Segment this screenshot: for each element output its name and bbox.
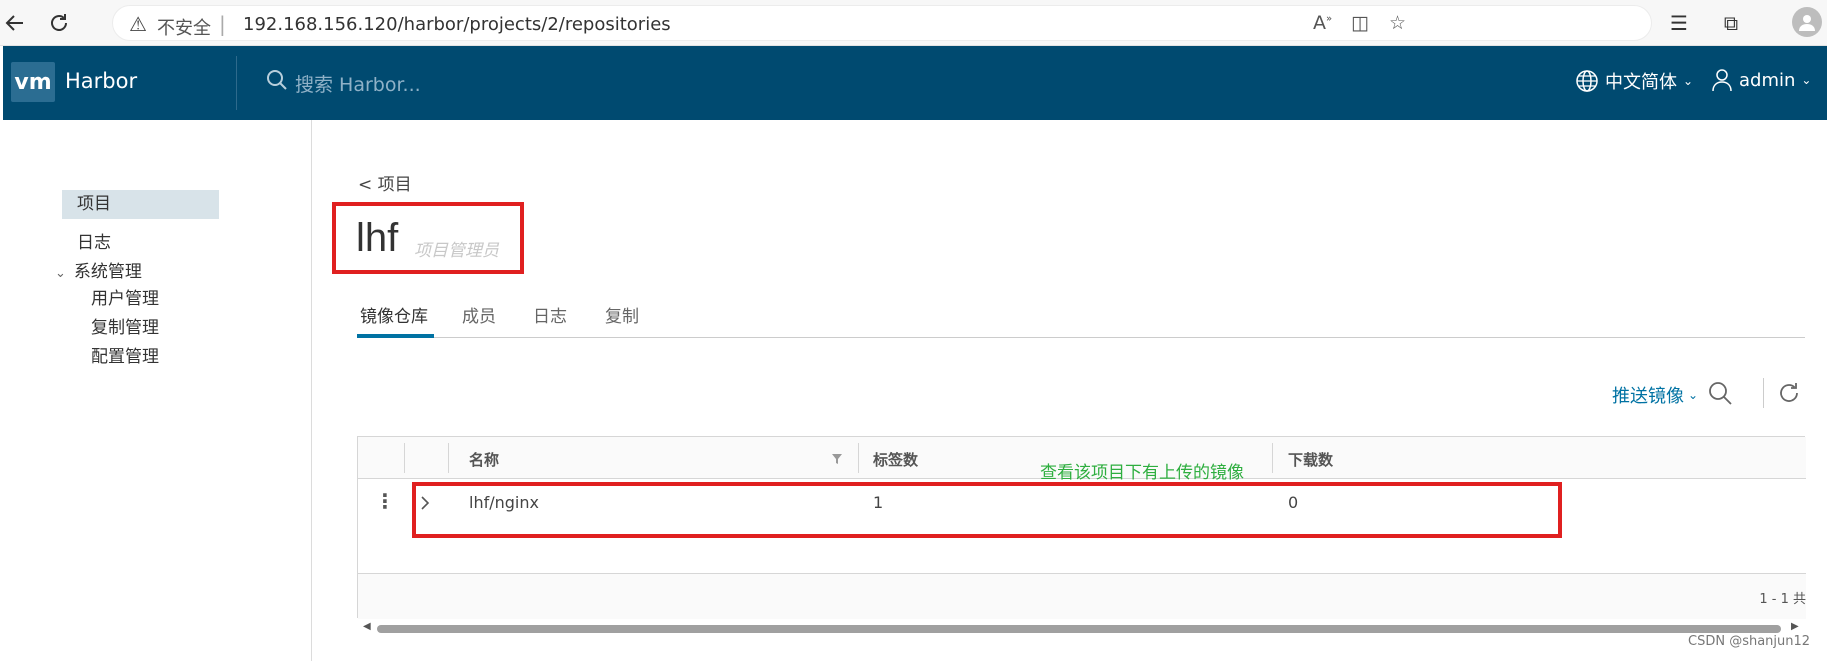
chevron-down-icon: ⌄	[1683, 74, 1694, 88]
project-tabs: 镜像仓库 成员 日志 复制	[357, 298, 1805, 338]
push-image-button[interactable]: 推送镜像 ⌄	[1612, 382, 1698, 408]
column-divider	[858, 443, 859, 473]
column-divider	[404, 443, 405, 473]
pagination-summary: 1 - 1 共	[1759, 592, 1806, 607]
insecure-label: 不安全	[157, 18, 211, 39]
sidebar-item-administration[interactable]: ⌄ 系统管理	[55, 257, 142, 282]
refresh-icon[interactable]	[44, 8, 74, 38]
brand-name[interactable]: Harbor	[65, 69, 137, 93]
collections-icon[interactable]: ⧉	[1716, 8, 1746, 38]
address-bar[interactable]: ⚠ 不安全 | 192.168.156.120/harbor/projects/…	[112, 5, 1652, 41]
annotation-text: 查看该项目下有上传的镜像	[1040, 463, 1244, 483]
user-dropdown[interactable]: admin ⌄	[1711, 68, 1811, 92]
warning-icon: ⚠	[129, 12, 147, 36]
header-divider	[236, 56, 237, 110]
sidebar-item-configuration[interactable]: 配置管理	[91, 342, 159, 367]
push-image-label: 推送镜像	[1612, 386, 1684, 407]
watermark: CSDN @shanjun12	[1688, 634, 1811, 649]
scroll-left-icon[interactable]: ◀	[363, 621, 371, 632]
column-header-tags[interactable]: 标签数	[873, 449, 918, 470]
sidebar: 项目 日志 ⌄ 系统管理 用户管理 复制管理 配置管理	[3, 120, 312, 661]
sidebar-item-projects[interactable]: 项目	[62, 190, 219, 219]
language-dropdown[interactable]: 中文简体 ⌄	[1575, 68, 1693, 94]
favorite-add-icon[interactable]: ☆	[1389, 12, 1406, 34]
tab-repositories[interactable]: 镜像仓库	[360, 302, 428, 327]
sidebar-item-label: 系统管理	[73, 262, 142, 282]
read-aloud-icon[interactable]: A»	[1313, 12, 1332, 34]
chevron-down-icon: ⌄	[1688, 388, 1699, 402]
search-icon[interactable]	[265, 68, 289, 92]
highlight-box-title	[332, 202, 524, 274]
tab-logs[interactable]: 日志	[533, 302, 567, 327]
datagrid-footer: 1 - 1 共	[358, 573, 1806, 619]
sidebar-item-users[interactable]: 用户管理	[91, 284, 159, 309]
sidebar-item-replications[interactable]: 复制管理	[91, 313, 159, 338]
tab-replication[interactable]: 复制	[605, 302, 639, 327]
scroll-thumb[interactable]	[377, 625, 1781, 633]
profile-avatar[interactable]	[1792, 7, 1822, 37]
chevron-down-icon: ⌄	[55, 266, 66, 281]
favorites-icon[interactable]: ☰	[1664, 8, 1694, 38]
address-separator: |	[219, 12, 226, 36]
search-icon[interactable]	[1707, 380, 1733, 406]
column-header-pulls[interactable]: 下载数	[1288, 449, 1333, 470]
language-label: 中文简体	[1605, 72, 1677, 93]
highlight-box-row	[412, 482, 1562, 538]
back-to-projects-link[interactable]: < 项目	[358, 170, 412, 195]
chevron-down-icon: ⌄	[1801, 73, 1812, 87]
reader-view-icon[interactable]: ◫	[1351, 12, 1369, 34]
browser-toolbar: ⚠ 不安全 | 192.168.156.120/harbor/projects/…	[0, 0, 1827, 46]
horizontal-scrollbar[interactable]: ◀ ▶	[357, 621, 1805, 636]
search-input[interactable]: 搜索 Harbor...	[295, 70, 421, 97]
screen: ⚠ 不安全 | 192.168.156.120/harbor/projects/…	[0, 0, 1827, 661]
back-arrow-icon[interactable]	[0, 8, 30, 38]
user-icon	[1712, 69, 1732, 92]
tab-members[interactable]: 成员	[462, 302, 496, 327]
globe-icon	[1576, 70, 1598, 92]
active-tab-indicator	[357, 334, 434, 338]
vm-logo[interactable]: vm	[11, 62, 55, 102]
refresh-icon[interactable]	[1776, 380, 1802, 406]
toolbar-divider	[1763, 378, 1764, 408]
column-header-name[interactable]: 名称	[469, 449, 499, 470]
row-actions-icon[interactable]: ⋮	[375, 489, 395, 513]
filter-icon[interactable]	[832, 454, 842, 464]
app-header: vm Harbor 搜索 Harbor... 中文简体 ⌄ admin ⌄	[3, 46, 1827, 120]
column-divider	[448, 443, 449, 473]
scroll-right-icon[interactable]: ▶	[1791, 621, 1799, 632]
sidebar-item-logs[interactable]: 日志	[77, 228, 111, 253]
column-divider	[1272, 443, 1273, 473]
url-text[interactable]: 192.168.156.120/harbor/projects/2/reposi…	[243, 14, 671, 35]
username: admin	[1739, 69, 1796, 91]
